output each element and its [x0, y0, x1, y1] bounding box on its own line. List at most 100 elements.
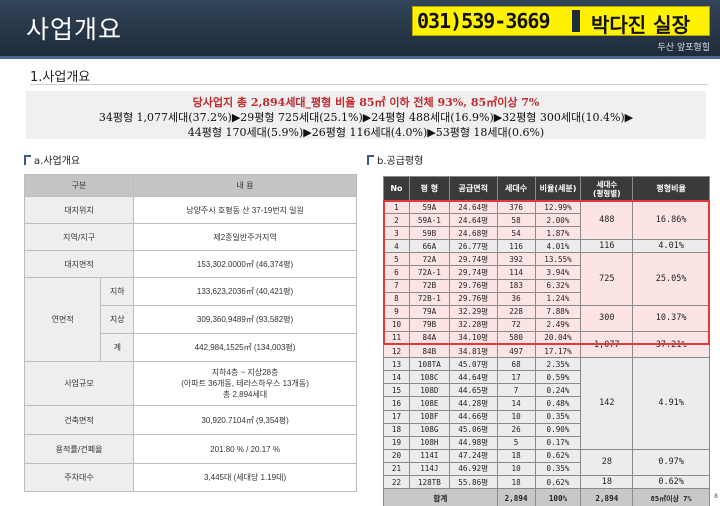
supply-row: 1 59A 24.64평 376 12.99% 488 16.86%: [383, 199, 710, 241]
cell-type: 108G: [408, 422, 450, 437]
supply-header: 세대수 (평형별): [580, 176, 634, 201]
cell-no: 21: [383, 461, 410, 476]
cell-ratio: 0.48%: [534, 396, 582, 411]
cell-ratio: 7.88%: [534, 304, 582, 319]
page-number: 8: [714, 493, 718, 500]
cell-area: 24.64평: [448, 199, 498, 215]
cell-units: 183: [496, 278, 536, 293]
cell-type: 72A: [408, 252, 450, 267]
cell-no: 1: [383, 199, 410, 215]
cell-type: 108C: [408, 370, 450, 385]
cell-type: 84B: [408, 344, 450, 359]
row-label: 지역/지구: [23, 223, 135, 251]
cell-no: 2: [383, 213, 410, 228]
section-rule: [30, 84, 708, 85]
cell-area: 24.64평: [448, 213, 498, 228]
overview-table: 구분 내 용 대지위치 남양주시 호평동 산 37-19번지 일원 지역/지구 …: [23, 174, 357, 492]
cell-no: 19: [383, 435, 410, 450]
cell-type: 72A-1: [408, 265, 450, 280]
cell-units: 392: [496, 252, 536, 267]
summary-line: 34평형 1,077세대(37.2%)▶29평형 725세대(25.1%)▶24…: [98, 111, 634, 124]
cell-area: 29.74평: [448, 252, 498, 267]
row-value: 442,984,1525㎡ (134,003평): [133, 333, 357, 362]
cell-area: 46.92평: [448, 461, 498, 476]
row-label: 대지면적: [23, 250, 135, 278]
row-value: 제2종일반주거지역: [133, 223, 357, 251]
cell-no: 5: [383, 252, 410, 267]
group-ratio: 25.05%: [632, 252, 710, 306]
cell-units: 36: [496, 291, 536, 306]
group-units: 488: [580, 199, 634, 241]
cell-type: 108D: [408, 383, 450, 398]
cell-units: 58: [496, 213, 536, 228]
cell-type: 114J: [408, 461, 450, 476]
cell-area: 29.76평: [448, 291, 498, 306]
cell-units: 10: [496, 461, 536, 476]
cell-ratio: 0.35%: [534, 461, 582, 476]
cell-units: 14: [496, 396, 536, 411]
cell-ratio: 20.04%: [534, 330, 582, 346]
supply-row: 9 79A 32.29평 228 7.88% 300 10.37%: [383, 304, 710, 332]
cell-units: 228: [496, 304, 536, 319]
cell-units: 26: [496, 422, 536, 437]
cell-ratio: 0.62%: [534, 448, 582, 463]
cell-area: 45.07평: [448, 357, 498, 372]
cell-area: 47.24평: [448, 448, 498, 463]
supply-header: 세대수: [496, 176, 536, 201]
cell-area: 29.74평: [448, 265, 498, 280]
cell-ratio: 2.35%: [534, 357, 582, 372]
overview-heading-label: a.사업개요: [34, 156, 81, 167]
cell-type: 128TB: [408, 474, 450, 490]
cell-ratio: 2.00%: [534, 213, 582, 228]
row-label: 주차대수: [23, 463, 135, 492]
cell-type: 114I: [408, 448, 450, 463]
cell-area: 55.86평: [448, 474, 498, 490]
summary-box: 당사업지 총 2,894세대_평형 비율 85㎡ 이하 전체 93%, 85㎡이…: [26, 91, 706, 139]
row-label: 사업규모: [23, 361, 135, 406]
page-title: 사업개요: [26, 15, 123, 44]
cell-area: 45.06평: [448, 422, 498, 437]
cell-no: 4: [383, 239, 410, 254]
cell-type: 79B: [408, 317, 450, 332]
cell-units: 17: [496, 370, 536, 385]
cell-ratio: 0.90%: [534, 422, 582, 437]
scale-line: 총 2,894세대: [222, 390, 268, 399]
cell-no: 12: [383, 344, 410, 359]
row-value: 153,302.0000㎡ (46,374평): [133, 250, 357, 278]
cell-no: 16: [383, 396, 410, 411]
cell-units: 114: [496, 265, 536, 280]
cell-area: 44.28평: [448, 396, 498, 411]
group-ratio: 16.86%: [632, 199, 710, 241]
cell-area: 29.76평: [448, 278, 498, 293]
supply-row: 22 128TB 55.86평 18 0.62% 18 0.62%: [383, 474, 710, 490]
group-ratio: 0.62%: [632, 474, 710, 490]
row-value: 201.80 % / 20.17 %: [133, 434, 357, 464]
cell-no: 18: [383, 422, 410, 437]
cell-units: 18: [496, 474, 536, 490]
supply-row: 13 108TA 45.07평 68 2.35% 142 4.91%: [383, 357, 710, 450]
cell-ratio: 3.94%: [534, 265, 582, 280]
cell-units: 68: [496, 357, 536, 372]
total-units-type: 2,894: [580, 488, 634, 506]
cell-area: 44.65평: [448, 383, 498, 398]
cell-area: 44.66평: [448, 409, 498, 424]
group-units: 142: [580, 357, 634, 450]
group-units: 1,077: [580, 330, 634, 359]
cell-ratio: 17.17%: [534, 344, 582, 359]
cell-ratio: 6.32%: [534, 278, 582, 293]
group-ratio: 4.91%: [632, 357, 710, 450]
row-label: 건축면적: [23, 405, 135, 435]
cell-type: 59A: [408, 199, 450, 215]
contact-phone: 031)539-3669: [417, 9, 550, 33]
cell-no: 3: [383, 226, 410, 241]
group-units: 116: [580, 239, 634, 254]
cell-no: 9: [383, 304, 410, 319]
group-units: 725: [580, 252, 634, 306]
cell-type: 108H: [408, 435, 450, 450]
cell-ratio: 0.35%: [534, 409, 582, 424]
cell-area: 26.77평: [448, 239, 498, 254]
cell-type: 59B: [408, 226, 450, 241]
row-sublabel: 지하: [100, 277, 135, 306]
supply-row: 20 114I 47.24평 18 0.62% 28 0.97%: [383, 448, 710, 476]
cell-no: 7: [383, 278, 410, 293]
